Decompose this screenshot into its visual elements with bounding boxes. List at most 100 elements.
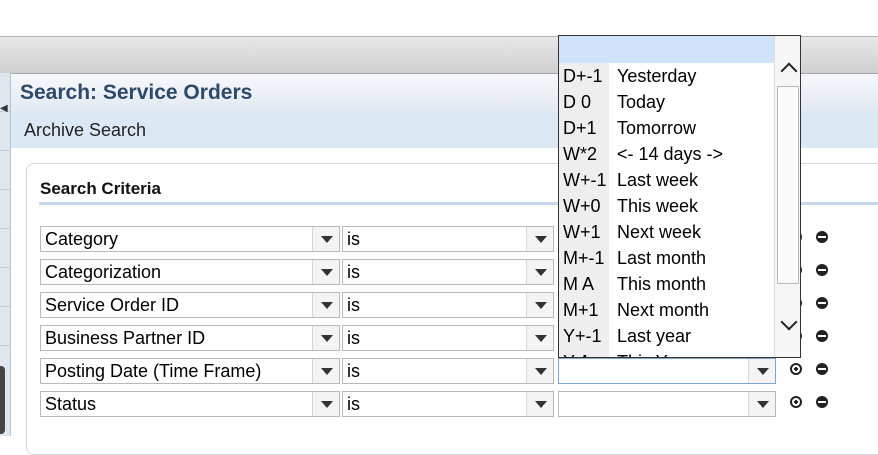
option-label: Last year	[617, 326, 692, 346]
attribute-value: Posting Date (Time Frame)	[45, 361, 262, 381]
dropdown-option[interactable]: M+1 Next month	[559, 297, 774, 323]
dropdown-option[interactable]: W+1 Next week	[559, 219, 774, 245]
scrollbar-thumb[interactable]	[777, 86, 799, 284]
chevron-down-icon[interactable]	[526, 227, 553, 251]
collapse-arrow-icon[interactable]: ◀	[0, 104, 8, 114]
attribute-select[interactable]: Posting Date (Time Frame)	[40, 358, 340, 384]
chevron-down-icon[interactable]	[526, 326, 553, 350]
option-code: W+-1	[559, 167, 609, 193]
chevron-down-icon[interactable]	[780, 313, 798, 331]
attribute-value: Category	[45, 229, 119, 249]
chevron-down-icon[interactable]	[312, 392, 339, 416]
criteria-row-status: Status is	[40, 391, 840, 417]
dropdown-option[interactable]: D+-1 Yesterday	[559, 63, 774, 89]
rail-segment	[0, 190, 10, 229]
chevron-down-icon[interactable]	[312, 326, 339, 350]
dropdown-scrollbar[interactable]	[774, 36, 800, 357]
criteria-row-posting-date: Posting Date (Time Frame) is	[40, 358, 840, 384]
time-frame-dropdown: D+-1 Yesterday D 0 Today D+1 Tomorrow W*2 <-…	[558, 35, 801, 358]
operator-select[interactable]: is	[342, 358, 554, 384]
option-code: Y A	[559, 349, 609, 357]
minus-circle-icon[interactable]	[816, 264, 828, 276]
dropdown-option[interactable]: W+-1 Last week	[559, 167, 774, 193]
dropdown-option-list: D+-1 Yesterday D 0 Today D+1 Tomorrow W*2 <-…	[559, 63, 774, 357]
rail-segment	[0, 112, 10, 151]
dropdown-option[interactable]: M+-1 Last month	[559, 245, 774, 271]
chevron-down-icon[interactable]	[748, 359, 775, 383]
operator-select[interactable]: is	[342, 325, 554, 351]
chevron-down-icon[interactable]	[526, 260, 553, 284]
attribute-select[interactable]: Category	[40, 226, 340, 252]
option-label: This week	[617, 196, 699, 216]
option-label: Today	[617, 92, 666, 112]
option-code: D 0	[559, 89, 609, 115]
minus-circle-icon[interactable]	[816, 396, 828, 408]
option-code: D+-1	[559, 63, 609, 89]
option-code: D+1	[559, 115, 609, 141]
dropdown-option[interactable]: Y+-1 Last year	[559, 323, 774, 349]
rail-segment	[0, 307, 10, 346]
attribute-select[interactable]: Business Partner ID	[40, 325, 340, 351]
chevron-down-icon[interactable]	[312, 260, 339, 284]
operator-select[interactable]: is	[342, 226, 554, 252]
operator-value: is	[347, 328, 360, 348]
time-frame-select[interactable]	[558, 358, 776, 384]
chevron-down-icon[interactable]	[526, 359, 553, 383]
chevron-down-icon[interactable]	[312, 359, 339, 383]
option-code: M+-1	[559, 245, 609, 271]
attribute-select[interactable]: Status	[40, 391, 340, 417]
operator-select[interactable]: is	[342, 391, 554, 417]
option-label: Yesterday	[617, 66, 697, 86]
value-select[interactable]	[558, 391, 776, 417]
plus-circle-icon[interactable]	[790, 363, 802, 375]
dropdown-option[interactable]: W*2 <- 14 days ->	[559, 141, 774, 167]
operator-value: is	[347, 394, 360, 414]
dropdown-blank-option[interactable]	[559, 36, 774, 63]
operator-value: is	[347, 262, 360, 282]
attribute-value: Business Partner ID	[45, 328, 206, 348]
operator-value: is	[347, 295, 360, 315]
page-title: Search: Service Orders	[20, 81, 253, 104]
option-label: Tomorrow	[617, 118, 697, 138]
minus-circle-icon[interactable]	[816, 363, 828, 375]
option-label: Next week	[617, 222, 702, 242]
chevron-down-icon[interactable]	[526, 392, 553, 416]
chevron-down-icon[interactable]	[526, 293, 553, 317]
chevron-down-icon[interactable]	[312, 293, 339, 317]
option-code: M A	[559, 271, 609, 297]
option-label: <- 14 days ->	[617, 144, 724, 164]
attribute-value: Categorization	[45, 262, 162, 282]
option-label: This Year	[617, 349, 692, 357]
option-label: Last month	[617, 248, 707, 268]
attribute-select[interactable]: Service Order ID	[40, 292, 340, 318]
rail-segment	[0, 229, 10, 268]
minus-circle-icon[interactable]	[816, 330, 828, 342]
operator-select[interactable]: is	[342, 292, 554, 318]
option-code: W*2	[559, 141, 609, 167]
plus-circle-icon[interactable]	[790, 396, 802, 408]
option-code: Y+-1	[559, 323, 609, 349]
rail-segment	[0, 151, 10, 190]
option-code: W+0	[559, 193, 609, 219]
operator-value: is	[347, 361, 360, 381]
dropdown-option[interactable]: M A This month	[559, 271, 774, 297]
operator-value: is	[347, 229, 360, 249]
dropdown-option[interactable]: D+1 Tomorrow	[559, 115, 774, 141]
option-label: This month	[617, 274, 707, 294]
minus-circle-icon[interactable]	[816, 297, 828, 309]
chevron-down-icon[interactable]	[748, 392, 775, 416]
chevron-up-icon[interactable]	[780, 62, 798, 80]
dropdown-option[interactable]: D 0 Today	[559, 89, 774, 115]
attribute-select[interactable]: Categorization	[40, 259, 340, 285]
operator-select[interactable]: is	[342, 259, 554, 285]
option-code: W+1	[559, 219, 609, 245]
dropdown-option[interactable]: W+0 This week	[559, 193, 774, 219]
option-label: Next month	[617, 300, 710, 320]
minus-circle-icon[interactable]	[816, 231, 828, 243]
option-code: M+1	[559, 297, 609, 323]
chevron-down-icon[interactable]	[312, 227, 339, 251]
dropdown-option[interactable]: Y A This Year	[559, 349, 774, 357]
rail-segment	[0, 268, 10, 307]
search-type-label: Archive Search	[24, 120, 147, 140]
search-criteria-title: Search Criteria	[40, 179, 161, 198]
